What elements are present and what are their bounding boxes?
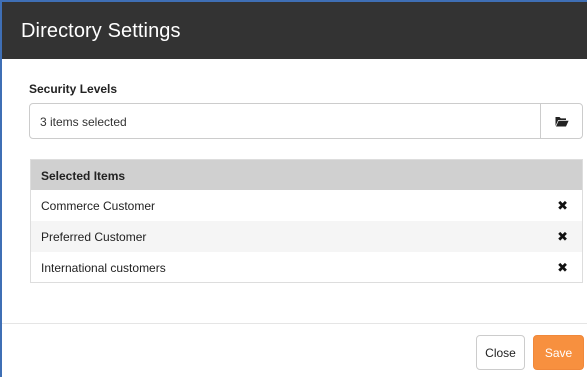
close-icon[interactable]: ✖ — [557, 261, 568, 274]
browse-button[interactable] — [540, 104, 582, 138]
close-icon[interactable]: ✖ — [557, 230, 568, 243]
row-label: International customers — [41, 261, 166, 275]
close-button[interactable]: Close — [476, 335, 525, 370]
table-row: Commerce Customer ✖ — [31, 190, 582, 221]
selected-items-table: Selected Items Commerce Customer ✖ Prefe… — [30, 159, 583, 283]
table-row: International customers ✖ — [31, 252, 582, 283]
dialog: Directory Settings Security Levels 3 ite… — [0, 0, 587, 377]
folder-open-icon — [555, 116, 569, 127]
row-label: Commerce Customer — [41, 199, 156, 213]
save-button[interactable]: Save — [533, 335, 584, 370]
row-label: Preferred Customer — [41, 230, 147, 244]
security-levels-value: 3 items selected — [40, 115, 127, 129]
footer-divider — [2, 323, 587, 324]
table-header: Selected Items — [31, 160, 582, 190]
security-levels-label: Security Levels — [29, 82, 118, 96]
close-icon[interactable]: ✖ — [557, 199, 568, 212]
dialog-header: Directory Settings — [2, 0, 587, 59]
table-row: Preferred Customer ✖ — [31, 221, 582, 252]
security-levels-selector[interactable]: 3 items selected — [29, 103, 583, 139]
dialog-title: Directory Settings — [21, 20, 181, 42]
